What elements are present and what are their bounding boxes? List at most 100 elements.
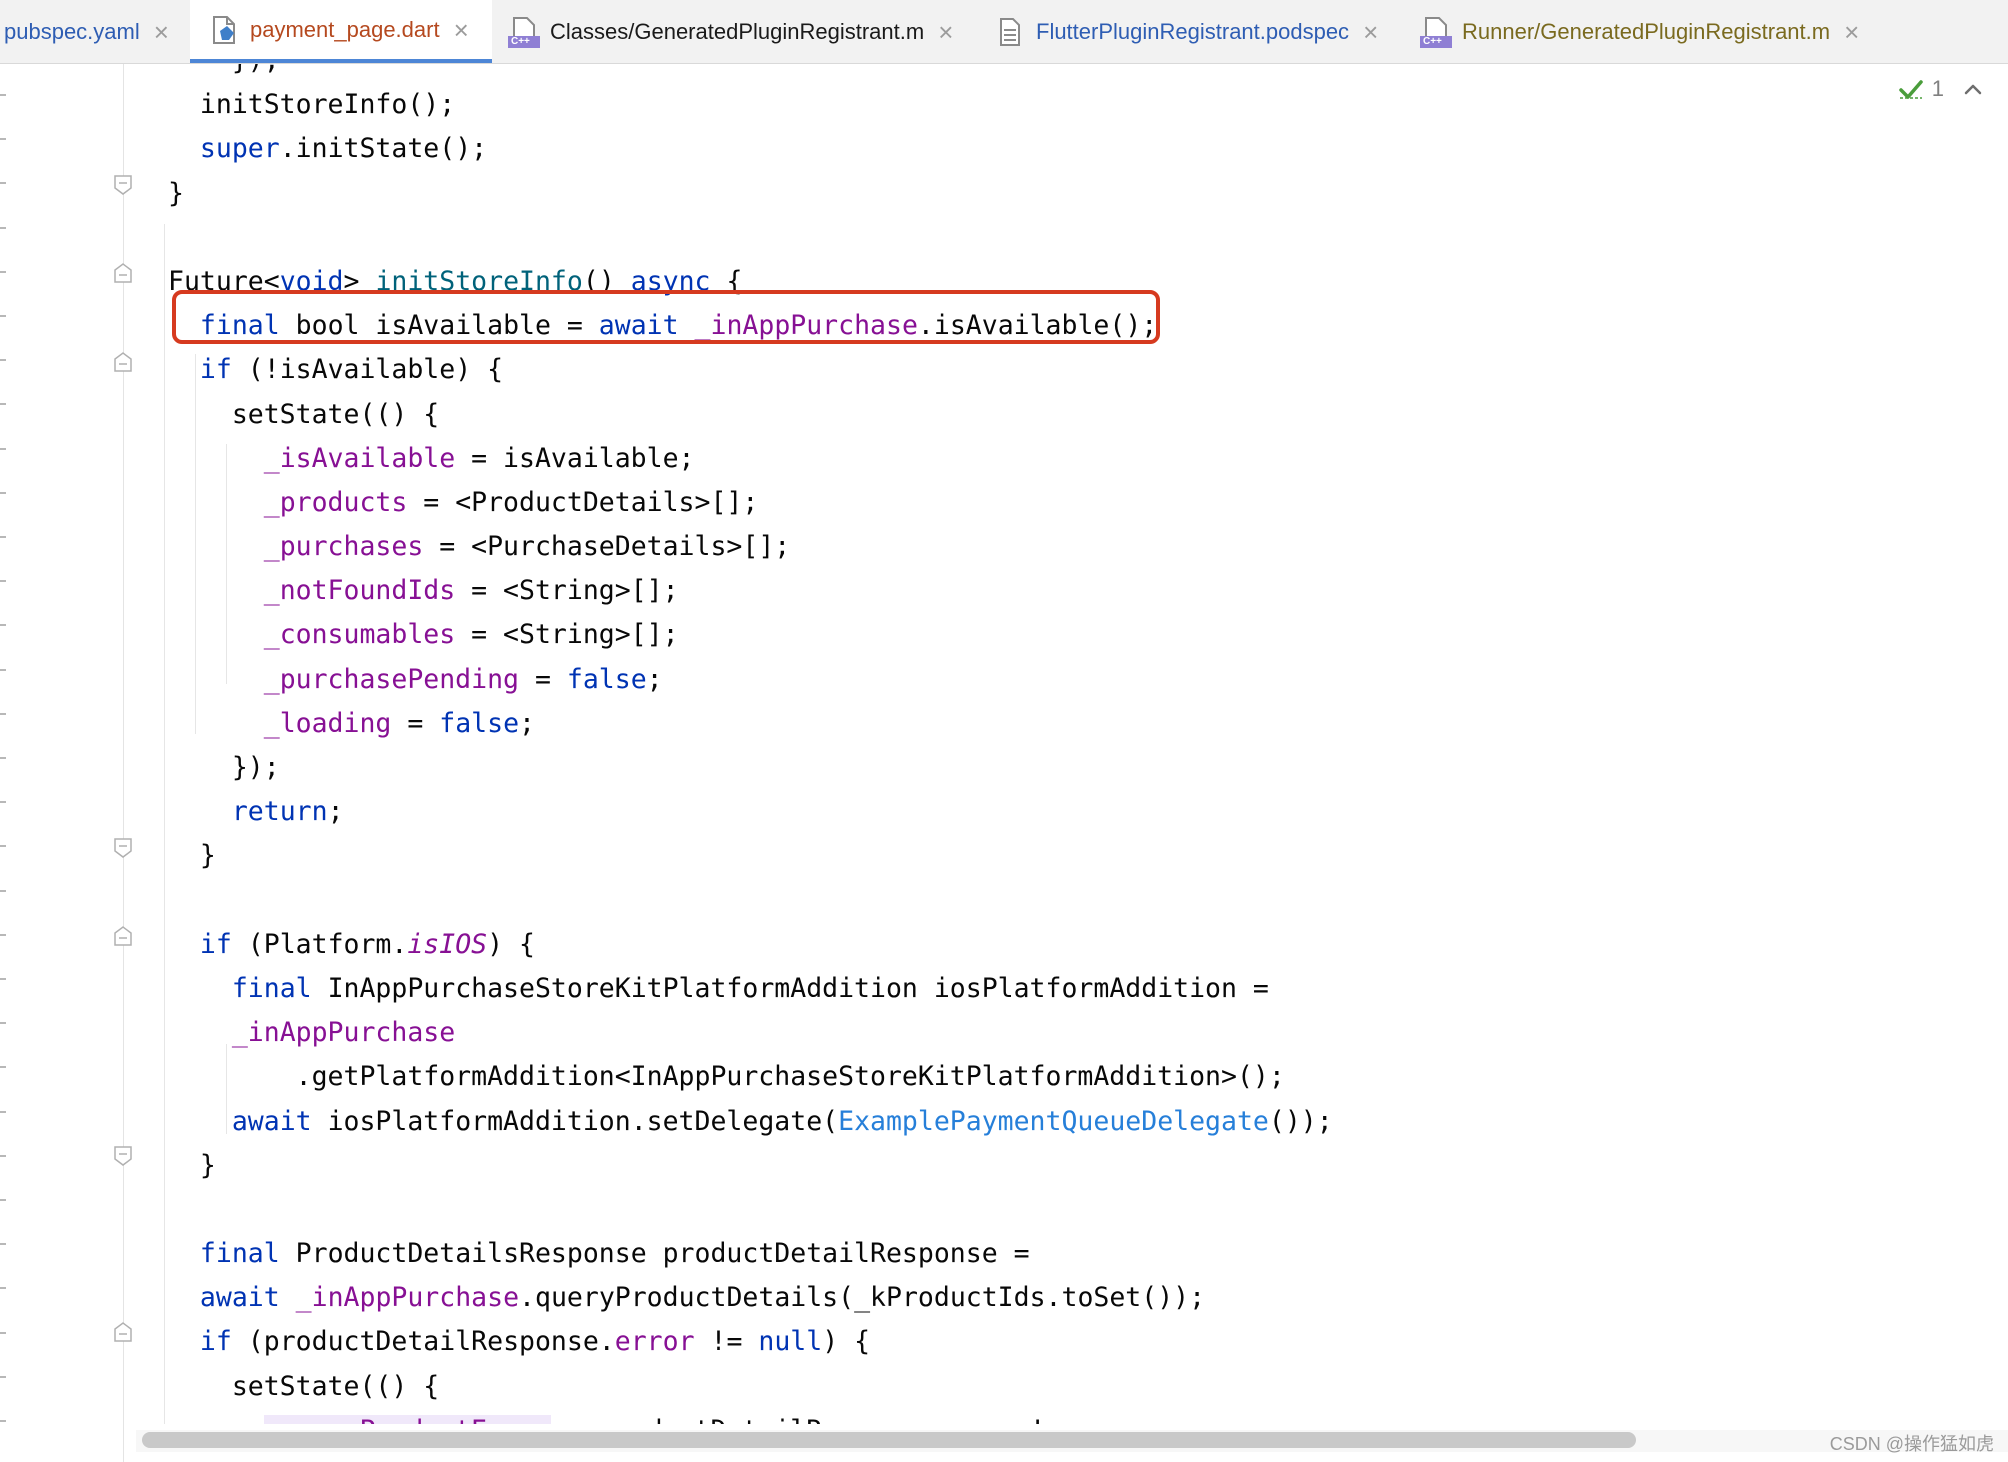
tab-classes-generated-plugin-registrant[interactable]: C++ Classes/GeneratedPluginRegistrant.m … <box>508 0 968 63</box>
code-token: bool isAvailable = <box>279 310 599 342</box>
code-line[interactable]: }); <box>168 746 1333 790</box>
cpp-badge: C++ <box>1423 35 1442 47</box>
code-line[interactable]: final bool isAvailable = await _inAppPur… <box>168 304 1333 348</box>
code-line[interactable]: _notFoundIds = <String>[]; <box>168 569 1333 613</box>
code-token: _consumables <box>263 619 456 651</box>
tab-flutter-plugin-registrant-podspec[interactable]: FlutterPluginRegistrant.podspec × <box>994 0 1394 63</box>
tab-pubspec-yaml[interactable]: pubspec.yaml × <box>4 0 188 63</box>
code-token: = <PurchaseDetails>[]; <box>423 531 791 563</box>
close-icon[interactable]: × <box>1363 19 1378 45</box>
code-content[interactable]: }); initStoreInfo(); super.initState();}… <box>168 64 1333 1424</box>
code-token: > <box>343 265 376 297</box>
line-tick <box>0 933 6 936</box>
code-line[interactable]: } <box>168 172 1333 216</box>
code-line[interactable] <box>168 216 1333 260</box>
code-line[interactable]: _loading = false; <box>168 702 1333 746</box>
line-tick <box>0 447 6 450</box>
line-tick <box>0 1199 6 1201</box>
tab-runner-generated-plugin-registrant[interactable]: C++ Runner/GeneratedPluginRegistrant.m × <box>1420 0 1870 63</box>
code-token: = <box>391 707 440 739</box>
code-line[interactable]: initStoreInfo(); <box>168 83 1333 127</box>
line-tick <box>0 226 6 229</box>
line-tick <box>0 94 6 96</box>
chevron-up-icon[interactable] <box>1962 78 1984 100</box>
code-token: _products <box>263 486 408 518</box>
inspection-widget[interactable]: 1 <box>1898 76 1984 102</box>
indent-guide <box>164 224 165 1424</box>
horizontal-scrollbar-thumb[interactable] <box>142 1432 1636 1448</box>
line-tick <box>0 845 6 848</box>
code-line[interactable]: } <box>168 834 1333 878</box>
text-file-icon <box>994 16 1026 48</box>
code-token: _loading <box>263 707 392 739</box>
line-tick <box>0 1375 6 1378</box>
watermark: CSDN @操作猛如虎 <box>1829 1434 1994 1454</box>
code-line[interactable]: _queryProductError = productDetailRespon… <box>168 1409 1333 1424</box>
line-tick <box>0 359 6 362</box>
code-line[interactable]: if (productDetailResponse.error != null)… <box>168 1320 1333 1364</box>
line-tick <box>0 1022 6 1025</box>
code-line[interactable]: _purchasePending = false; <box>168 658 1333 702</box>
close-icon[interactable]: × <box>154 19 169 45</box>
code-line[interactable]: _isAvailable = isAvailable; <box>168 437 1333 481</box>
code-token: if <box>199 1326 232 1358</box>
close-icon[interactable]: × <box>454 17 469 43</box>
code-token: .queryProductDetails(_kProductIds.toSet(… <box>519 1282 1206 1314</box>
code-line[interactable]: _purchases = <PurchaseDetails>[]; <box>168 525 1333 569</box>
tab-payment-page-dart[interactable]: payment_page.dart × <box>190 0 492 63</box>
line-tick <box>0 1154 6 1157</box>
check-mark-icon <box>1899 80 1923 99</box>
code-token: = isAvailable; <box>455 442 695 474</box>
code-token: final <box>199 310 280 342</box>
code-token: _inAppPurchase <box>694 310 918 342</box>
code-token: ) { <box>822 1326 871 1358</box>
code-line[interactable]: _consumables = <String>[]; <box>168 613 1333 657</box>
code-token: }); <box>168 752 280 783</box>
code-line[interactable]: .getPlatformAddition<InAppPurchaseStoreK… <box>168 1055 1333 1099</box>
code-token: null <box>758 1326 823 1358</box>
code-line[interactable]: Future<void> initStoreInfo() async { <box>168 260 1333 304</box>
code-line[interactable] <box>168 879 1333 923</box>
code-line[interactable]: final InAppPurchaseStoreKitPlatformAddit… <box>168 967 1333 1011</box>
code-line[interactable]: setState(() { <box>168 1365 1333 1409</box>
code-line[interactable]: super.initState(); <box>168 127 1333 171</box>
code-token: _queryProductError <box>263 1414 551 1424</box>
tab-label: Classes/GeneratedPluginRegistrant.m <box>550 18 925 44</box>
editor-gutter[interactable] <box>0 64 132 1462</box>
code-line[interactable]: await iosPlatformAddition.setDelegate(Ex… <box>168 1100 1333 1144</box>
code-token: { <box>710 265 743 297</box>
code-token: false <box>439 707 520 739</box>
line-tick <box>0 315 6 317</box>
code-token: _inAppPurchase <box>295 1282 520 1314</box>
code-line[interactable]: if (!isAvailable) { <box>168 348 1333 392</box>
line-tick <box>0 1331 6 1334</box>
close-icon[interactable]: × <box>938 19 953 45</box>
cpp-file-icon: C++ <box>1420 16 1452 48</box>
code-line[interactable]: final ProductDetailsResponse productDeta… <box>168 1232 1333 1276</box>
code-line[interactable] <box>168 1188 1333 1232</box>
line-tick <box>0 889 6 892</box>
code-line[interactable]: _inAppPurchase <box>168 1011 1333 1055</box>
line-tick <box>0 1243 6 1246</box>
line-tick <box>0 712 6 715</box>
close-icon[interactable]: × <box>1844 19 1859 45</box>
code-line[interactable]: await _inAppPurchase.queryProductDetails… <box>168 1276 1333 1320</box>
tab-label: payment_page.dart <box>250 16 440 42</box>
line-tick <box>0 1110 6 1113</box>
code-token: if <box>199 354 232 386</box>
code-token: ; <box>519 707 535 739</box>
code-line[interactable]: setState(() { <box>168 393 1333 437</box>
code-line[interactable]: if (Platform.isIOS) { <box>168 923 1333 967</box>
code-line[interactable]: }); <box>168 64 1333 83</box>
code-line[interactable]: return; <box>168 790 1333 834</box>
code-token: await <box>598 310 679 342</box>
code-line[interactable]: _products = <ProductDetails>[]; <box>168 481 1333 525</box>
code-token: (Platform. <box>231 928 408 960</box>
code-editor[interactable]: }); initStoreInfo(); super.initState();}… <box>124 64 2008 1424</box>
code-line[interactable]: } <box>168 1144 1333 1188</box>
